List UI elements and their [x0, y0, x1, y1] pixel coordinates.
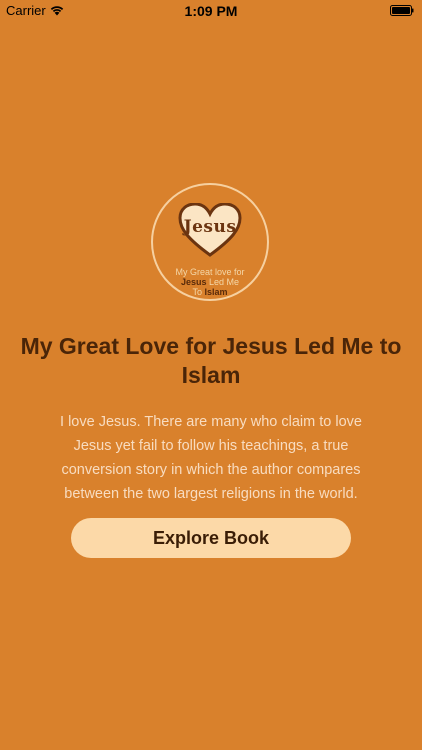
wifi-icon [50, 6, 63, 16]
logo-subtitle-line1: My Great love for [175, 267, 245, 277]
logo-line3-light: To [192, 287, 202, 297]
logo-subtitle-line3: To Islam [153, 287, 267, 297]
status-time: 1:09 PM [184, 3, 238, 19]
logo-heart-text: Jesus [183, 217, 237, 237]
carrier-label: Carrier [6, 3, 46, 18]
book-logo: Jesus My Great love for Jesus Led Me To … [151, 183, 269, 301]
status-bar: Carrier 1:09 PM [0, 0, 422, 22]
explore-book-button[interactable]: Explore Book [71, 518, 351, 558]
carrier-indicator: Carrier [6, 3, 64, 18]
logo-line3-dark: Islam [204, 287, 228, 297]
book-description: I love Jesus. There are many who claim t… [60, 414, 362, 502]
logo-line2-dark: Jesus [180, 277, 207, 287]
logo-line2-light: Led Me [209, 277, 240, 287]
logo-subtitle-line2: Jesus Led Me [153, 277, 267, 287]
book-title: My Great Love for Jesus Led Me to Islam [20, 333, 402, 388]
battery-icon [390, 5, 414, 16]
